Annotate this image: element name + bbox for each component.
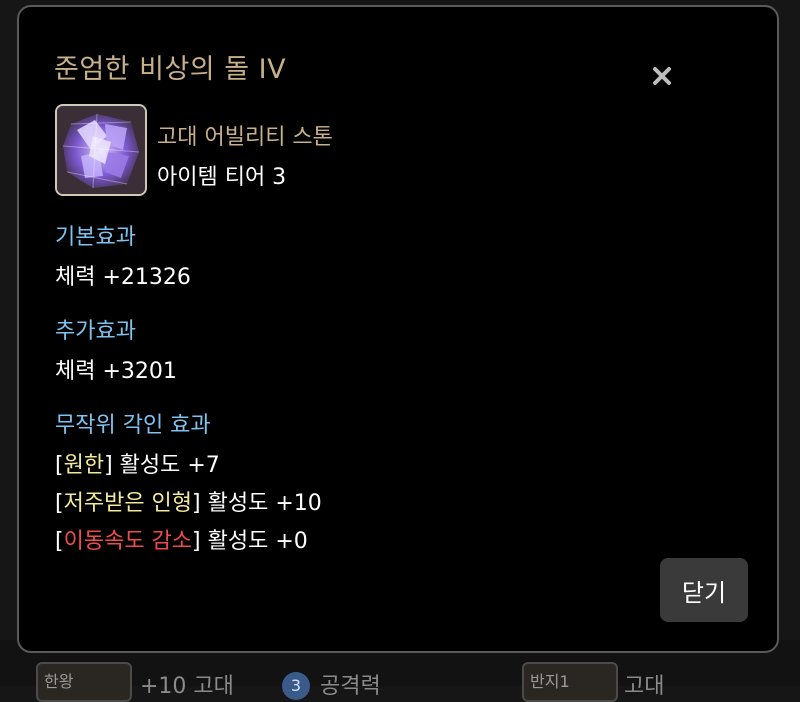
background-thumb-label: 한왕 — [44, 672, 74, 691]
close-button[interactable]: 닫기 — [660, 558, 748, 622]
engrave-value: 활성도 +7 — [112, 453, 220, 478]
engrave-name: 원한 — [63, 453, 105, 478]
bracket-close: ] — [192, 529, 201, 554]
background-stat-text: 공격력 — [320, 674, 381, 699]
base-effect-heading: 기본효과 — [55, 225, 136, 250]
bracket-close: ] — [104, 453, 113, 478]
random-engrave-heading: 무작위 각인 효과 — [55, 413, 211, 438]
background-ring-thumb[interactable]: 반지1 — [522, 662, 618, 702]
bracket-close: ] — [192, 491, 201, 516]
engrave-value: 활성도 +0 — [200, 529, 308, 554]
item-type: 고대 어빌리티 스톤 — [157, 125, 333, 150]
extra-effect-line: 체력 +3201 — [55, 359, 177, 384]
item-title: 준엄한 비상의 돌 IV — [54, 54, 287, 85]
engrave-value: 활성도 +10 — [200, 491, 322, 516]
engrave-line: [저주받은 인형] 활성도 +10 — [55, 485, 322, 517]
item-tooltip-dialog: 준엄한 비상의 돌 IV 고대 어빌리티 스톤 아이템 티어 3 기본효과 체력… — [17, 5, 779, 653]
background-badge: 3 — [282, 672, 310, 700]
extra-effect-heading: 추가효과 — [55, 319, 136, 344]
bracket-open: [ — [55, 491, 64, 516]
engrave-name-negative: 이동속도 감소 — [63, 529, 193, 554]
item-tier: 아이템 티어 3 — [157, 165, 287, 190]
engrave-line: [이동속도 감소] 활성도 +0 — [55, 523, 308, 555]
background-item-text: +10 고대 — [140, 674, 234, 699]
background-item-thumb[interactable]: 한왕 — [36, 662, 132, 702]
bracket-open: [ — [55, 453, 64, 478]
background-thumb-label: 반지1 — [530, 672, 570, 691]
engrave-name: 저주받은 인형 — [63, 491, 193, 516]
base-effect-line: 체력 +21326 — [55, 265, 191, 290]
engrave-line: [원한] 활성도 +7 — [55, 447, 220, 479]
amethyst-crystal-icon — [55, 104, 147, 196]
background-ring-text: 고대 — [624, 674, 665, 699]
bracket-open: [ — [55, 529, 64, 554]
close-icon[interactable] — [649, 63, 675, 89]
